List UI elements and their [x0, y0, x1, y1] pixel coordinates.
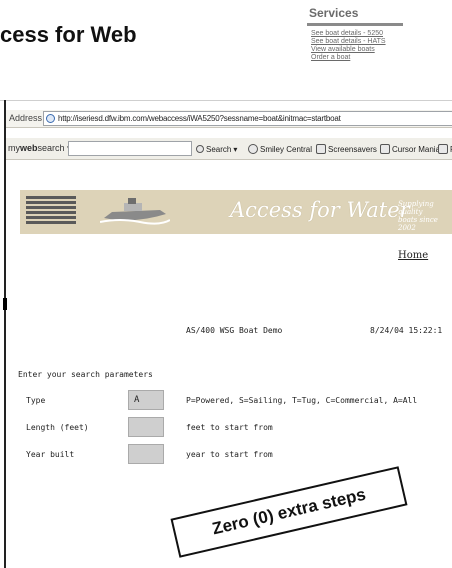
length-input[interactable] — [128, 417, 164, 437]
address-input[interactable]: http://iseriesd.dfw.ibm.com/webaccess/iW… — [43, 111, 452, 126]
search-button-label: Search — [206, 144, 232, 154]
screensavers-button[interactable]: Screensavers — [316, 142, 377, 156]
smiley-central-button[interactable]: Smiley Central — [248, 142, 312, 156]
browser-top-border — [0, 100, 452, 101]
toolbar-overflow-button[interactable]: F — [438, 142, 452, 156]
search-icon — [196, 145, 204, 153]
toolbar-brand[interactable]: mywebsearch ▾ — [8, 143, 72, 154]
browser-left-border — [4, 100, 6, 568]
boat-image — [100, 198, 170, 225]
brand-bold: web — [20, 143, 38, 153]
smiley-label: Smiley Central — [260, 144, 313, 154]
services-header: Services — [309, 6, 359, 20]
address-bar: Address http://iseriesd.dfw.ibm.com/weba… — [6, 110, 452, 128]
banner-tagline-line-1: Supplying quality — [398, 200, 434, 216]
brand-suffix: search — [37, 143, 65, 153]
banner-tagline-line-2: boats since 2002 — [398, 216, 438, 232]
monitor-icon — [316, 144, 326, 154]
services-divider — [307, 23, 403, 26]
search-toolbar: mywebsearch ▾ Search ▾ Smiley Central Sc… — [6, 138, 452, 160]
address-url: http://iseriesd.dfw.ibm.com/webaccess/iW… — [58, 114, 341, 123]
length-hint: feet to start from — [186, 423, 273, 432]
type-hint: P=Powered, S=Sailing, T=Tug, C=Commercia… — [186, 396, 418, 405]
search-button[interactable]: Search ▾ — [196, 142, 237, 156]
length-label: Length (feet) — [26, 423, 89, 432]
cursor-label: Cursor Mania — [392, 144, 441, 154]
type-label: Type — [26, 396, 46, 405]
search-heading: Enter your search parameters — [18, 370, 153, 379]
ibm-logo — [26, 196, 76, 228]
services-link-5250[interactable]: See boat details - 5250 — [311, 30, 403, 38]
slide-title: cess for Web — [0, 22, 137, 47]
banner-tagline: Supplying quality boats since 2002 — [398, 200, 452, 232]
services-link-hats[interactable]: See boat details - HATS — [311, 38, 403, 46]
year-input[interactable] — [128, 444, 164, 464]
screensavers-label: Screensavers — [328, 144, 377, 154]
type-input[interactable]: A — [128, 390, 164, 410]
services-links: See boat details - 5250 See boat details… — [303, 30, 403, 62]
site-banner: Access for Water Supplying quality boats… — [20, 190, 452, 234]
toolbar-search-input[interactable] — [68, 141, 192, 156]
type-input-value: A — [134, 395, 140, 405]
smiley-icon — [248, 144, 258, 154]
cursor-mania-button[interactable]: Cursor Mania — [380, 142, 440, 156]
home-link[interactable]: Home — [398, 250, 428, 261]
banner-title: Access for Water — [230, 198, 410, 222]
page-icon — [46, 114, 55, 123]
session-title: AS/400 WSG Boat Demo — [186, 326, 283, 335]
services-link-view-boats[interactable]: View available boats — [311, 46, 403, 54]
year-hint: year to start from — [186, 450, 273, 459]
year-label: Year built — [26, 450, 75, 459]
services-panel: Services See boat details - 5250 See boa… — [303, 4, 403, 90]
services-link-order-boat[interactable]: Order a boat — [311, 54, 403, 62]
session-timestamp: 8/24/04 15:22:1 — [370, 326, 443, 335]
slide-marker — [3, 298, 7, 310]
brand-prefix: my — [8, 143, 20, 153]
toolbar-overflow-icon — [438, 144, 448, 154]
address-label: Address — [9, 113, 43, 123]
cursor-icon — [380, 144, 390, 154]
